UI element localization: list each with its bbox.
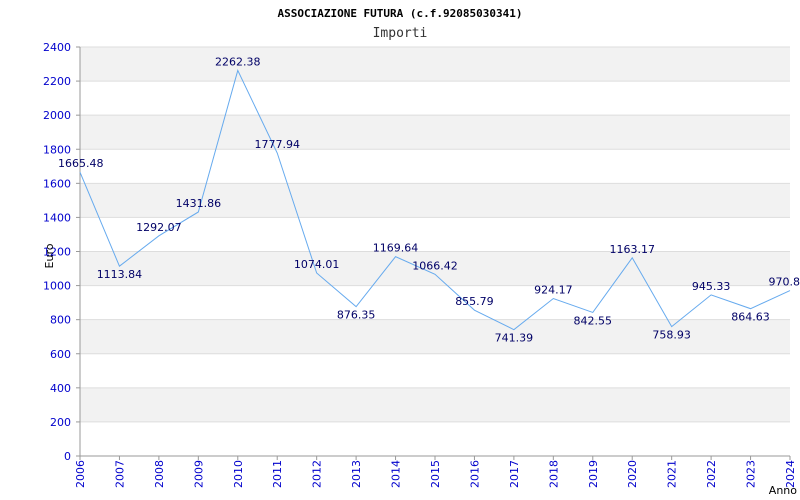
grid-band [80,387,790,422]
x-tick-label: 2018 [547,460,560,488]
chart-title: ASSOCIAZIONE FUTURA (c.f.92085030341) [277,7,522,20]
y-tick-label: 2400 [43,41,71,54]
data-label: 1777.94 [254,138,300,151]
grid-band [80,47,790,82]
data-label: 1066.42 [412,259,458,272]
y-tick-label: 2000 [43,109,71,122]
x-tick-label: 2017 [508,460,521,488]
chart-subtitle: Importi [373,26,428,41]
data-label: 1292.07 [136,221,182,234]
y-tick-label: 1000 [43,280,71,293]
data-label: 970.8 [769,276,800,289]
x-tick-label: 2008 [153,460,166,488]
x-tick-label: 2011 [271,460,284,488]
data-label: 855.79 [455,295,494,308]
y-tick-label: 200 [50,416,71,429]
data-label: 945.33 [692,280,731,293]
data-label: 924.17 [534,284,573,297]
x-tick-label: 2012 [311,460,324,488]
data-label: 876.35 [337,309,376,322]
y-tick-label: 1800 [43,143,71,156]
y-tick-label: 1400 [43,211,71,224]
x-tick-label: 2009 [192,460,205,488]
data-label: 1113.84 [97,268,143,281]
x-tick-label: 2010 [232,460,245,488]
data-label: 864.63 [731,311,770,324]
x-axis-ticks: 2006 2007 2008 2009 2010 2011 2012 2013 2014 2015… [74,456,797,488]
y-axis-label: Euro [43,243,56,268]
y-tick-label: 2200 [43,75,71,88]
grid-bands [80,47,790,422]
x-tick-label: 2021 [666,460,679,488]
data-label: 1665.48 [58,157,104,170]
x-axis-label: Anno [769,484,797,497]
data-label: 2262.38 [215,55,261,68]
grid-band [80,115,790,150]
x-tick-label: 2016 [468,460,481,488]
y-tick-label: 1600 [43,177,71,190]
data-label: 758.93 [652,329,691,342]
y-tick-label: 600 [50,348,71,361]
data-label: 1163.17 [609,243,655,256]
data-label: 1169.64 [373,242,419,255]
line-chart: ASSOCIAZIONE FUTURA (c.f.92085030341) Im… [43,7,800,497]
x-tick-label: 2014 [390,460,403,488]
y-tick-label: 800 [50,314,71,327]
x-tick-label: 2020 [626,460,639,488]
x-tick-label: 2013 [350,460,363,488]
x-tick-label: 2022 [705,460,718,488]
x-tick-label: 2006 [74,460,87,488]
data-label: 1431.86 [176,197,222,210]
x-tick-label: 2015 [429,460,442,488]
data-label: 842.55 [574,314,613,327]
x-tick-label: 2023 [745,460,758,488]
data-label: 741.39 [495,332,534,345]
y-tick-label: 0 [64,450,71,463]
x-tick-label: 2019 [587,460,600,488]
data-label: 1074.01 [294,258,340,271]
y-tick-label: 400 [50,382,71,395]
x-tick-label: 2007 [113,460,126,488]
